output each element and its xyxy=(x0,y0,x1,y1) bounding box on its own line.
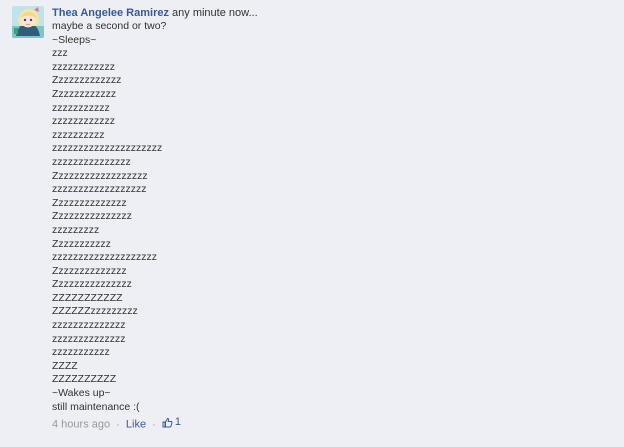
comment-line: Zzzzzzzzzzz xyxy=(52,237,111,250)
avatar-image xyxy=(12,6,44,38)
comment-line: zzzzzzzzzzzz xyxy=(52,115,115,128)
comment-line: maybe a second or two? xyxy=(52,20,167,32)
comment-line: ~Sleeps~ xyxy=(52,33,97,46)
comment-line: zzzzzzzzzzzzzz xyxy=(52,319,126,332)
comment-line: zzzzzzzzzzz xyxy=(52,346,110,359)
like-count-link[interactable]: 1 xyxy=(162,415,181,429)
comment-line: ~Wakes up~ xyxy=(52,387,111,400)
comment-line: still maintenance :( xyxy=(52,400,140,413)
comment-header: Thea Angelee Ramirez any minute now... xyxy=(52,6,612,20)
comment-line: zzzzzzzzzzzzzz xyxy=(52,332,126,345)
comment-line: zzzzzzzzzzzzzzz xyxy=(52,155,131,168)
comment-line: zzz xyxy=(52,47,68,60)
like-link[interactable]: Like xyxy=(126,419,146,431)
comment-first-line: any minute now... xyxy=(172,7,258,19)
like-count: 1 xyxy=(174,416,182,429)
thumbs-up-icon xyxy=(162,417,173,428)
comment-line: zzzzzzzzzz xyxy=(52,128,105,141)
comment-line: zzzzzzzzz xyxy=(52,223,100,236)
comment-line: Zzzzzzzzzzzzzz xyxy=(52,196,127,209)
comment-line: Zzzzzzzzzzzzz xyxy=(52,74,122,87)
comment-line: Zzzzzzzzzzzzzzz xyxy=(52,210,132,223)
comment-line: zzzzzzzzzzz xyxy=(52,101,110,114)
comment-line: Zzzzzzzzzzzzzz xyxy=(52,264,127,277)
comment-line: ZZZZZZzzzzzzzzz xyxy=(52,305,138,318)
comment-line: Zzzzzzzzzzzzzzz xyxy=(52,278,132,291)
author-name-link[interactable]: Thea Angelee Ramirez xyxy=(52,7,169,19)
timestamp-link[interactable]: 4 hours ago xyxy=(52,419,110,431)
meta-separator: · xyxy=(152,418,156,431)
comment-line: ZZZZ xyxy=(52,359,78,372)
comment-body: Thea Angelee Ramirez any minute now... m… xyxy=(52,6,612,431)
comment-line: zzzzzzzzzzzzzzzzzz xyxy=(52,183,147,196)
comment-line: zzzzzzzzzzzzzzzzzzzz xyxy=(52,251,157,264)
comment-line: zzzzzzzzzzzzzzzzzzzzz xyxy=(52,142,163,155)
comment-line: zzzzzzzzzzzz xyxy=(52,60,115,73)
comment-line: ZZZZZZZZZZ xyxy=(52,373,117,386)
comment-line: ZZZZZZZZZZZ xyxy=(52,291,123,304)
comment-line: Zzzzzzzzzzzzzzzzzz xyxy=(52,169,148,182)
comment-text-lines: maybe a second or two? ~Sleeps~ zzz zzzz… xyxy=(52,20,612,414)
avatar[interactable] xyxy=(12,6,44,38)
comment-meta: 4 hours ago · Like · 1 xyxy=(52,415,612,431)
comment-line: Zzzzzzzzzzzz xyxy=(52,87,117,100)
meta-separator: · xyxy=(116,418,120,431)
